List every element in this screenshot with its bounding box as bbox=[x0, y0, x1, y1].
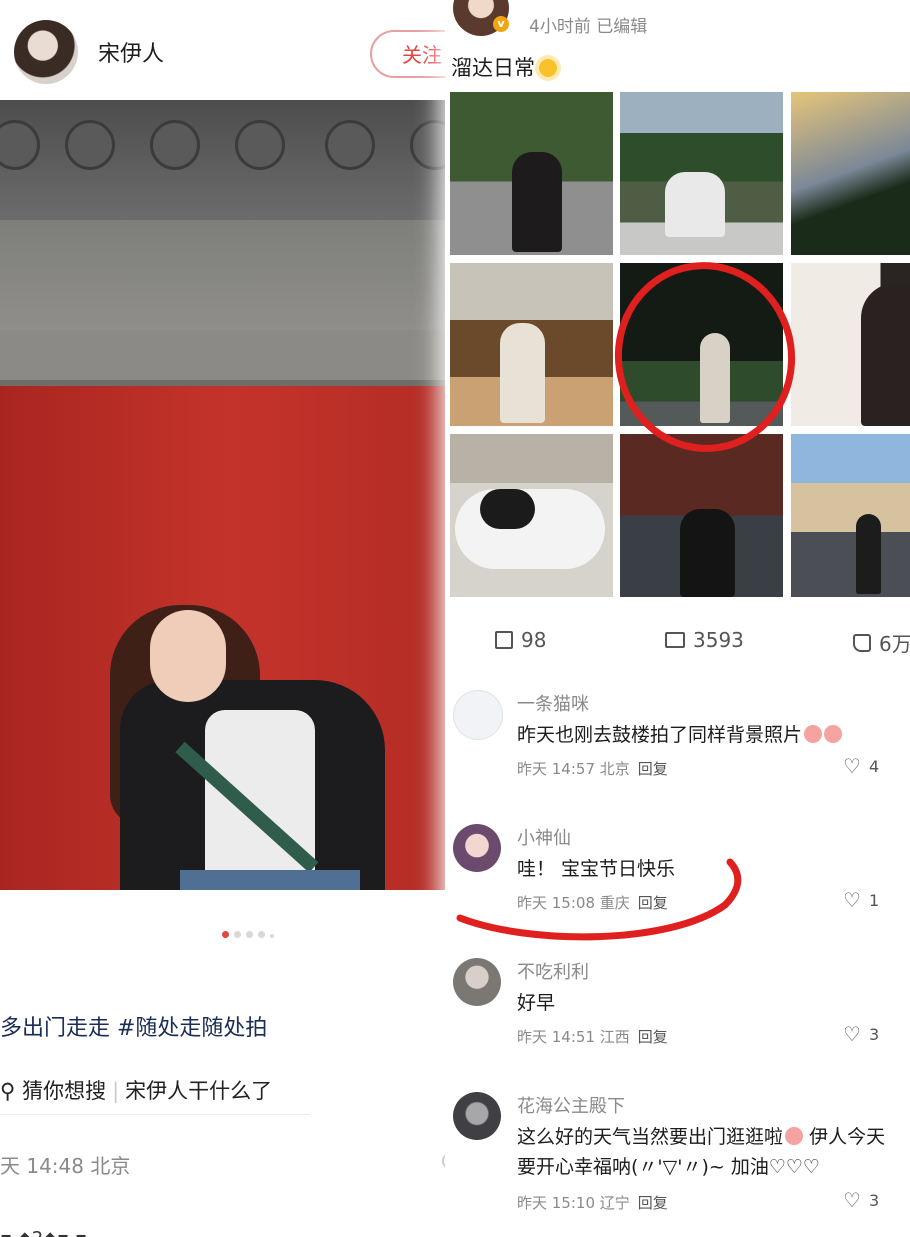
comment-meta: 昨天 14:51 江西 回复 bbox=[517, 1026, 668, 1047]
grid-photo[interactable] bbox=[791, 434, 910, 597]
person-figure bbox=[861, 283, 910, 426]
pig-emoji-icon bbox=[824, 725, 843, 743]
post-photo[interactable] bbox=[0, 100, 460, 890]
comment-like[interactable]: ♡ 4 bbox=[843, 756, 879, 776]
comment-text-content: 昨天也刚去鼓楼拍了同样背景照片 bbox=[517, 724, 803, 746]
divider: | bbox=[112, 1079, 120, 1103]
post-text: 溜达日常 bbox=[451, 52, 557, 82]
stone-band bbox=[0, 330, 460, 386]
comment-meta: 昨天 14:57 北京 回复 bbox=[517, 758, 668, 779]
comment-text-content: 伊人今天 bbox=[809, 1126, 886, 1148]
search-prefix: 猜你想搜 bbox=[22, 1079, 107, 1103]
share-count: 98 bbox=[521, 628, 547, 652]
comment-text: 昨天也刚去鼓楼拍了同样背景照片 bbox=[517, 720, 843, 750]
avatar[interactable] bbox=[14, 20, 78, 84]
person-figure bbox=[665, 172, 725, 237]
comment-text-content: 这么好的天气当然要出门逛逛啦 bbox=[517, 1126, 784, 1148]
roof-tile bbox=[325, 120, 375, 170]
comment-user[interactable]: 一条猫咪 bbox=[517, 690, 589, 716]
post-meta: 4小时前 已编辑 bbox=[529, 17, 648, 37]
grid-photo[interactable] bbox=[791, 92, 910, 255]
carousel-dot bbox=[222, 931, 229, 938]
comment-like[interactable]: ♡ 3 bbox=[843, 1190, 879, 1210]
comment-meta: 昨天 15:10 辽宁 回复 bbox=[517, 1192, 668, 1213]
like-button[interactable]: 6万 bbox=[853, 628, 910, 657]
comment-like-count: 3 bbox=[868, 1190, 880, 1210]
roof-tile bbox=[65, 120, 115, 170]
cat-patch bbox=[480, 489, 535, 529]
roof-tile bbox=[235, 120, 285, 170]
comment-like-count: 3 bbox=[868, 1024, 880, 1044]
avatar[interactable] bbox=[453, 690, 503, 740]
share-button[interactable]: 98 bbox=[495, 628, 546, 652]
comment-time: 昨天 14:51 江西 bbox=[517, 1028, 630, 1046]
grid-photo[interactable] bbox=[620, 92, 783, 255]
pig-emoji-icon bbox=[804, 725, 823, 743]
heart-icon: ♡ bbox=[843, 1022, 861, 1046]
left-post-panel: 宋伊人 关注 多出门走走 #随处走随处拍 ⚲ 猜你想搜 | 宋伊人干什么了 天 14… bbox=[0, 0, 460, 1237]
grid-photo[interactable] bbox=[450, 92, 613, 255]
heart-icon: ♡ bbox=[843, 1188, 861, 1212]
comment-time: 昨天 14:57 北京 bbox=[517, 760, 630, 778]
comment-time: 昨天 15:10 辽宁 bbox=[517, 1194, 630, 1212]
grid-photo[interactable] bbox=[791, 263, 910, 426]
post-time-location: 天 14:48 北京 bbox=[0, 1154, 131, 1178]
roof-tile bbox=[0, 120, 40, 170]
heart-icon: ♡ bbox=[843, 754, 861, 778]
comment-user[interactable]: 花海公主殿下 bbox=[517, 1092, 625, 1118]
verified-badge-icon: v bbox=[493, 16, 509, 32]
sun-emoji-icon bbox=[539, 59, 557, 77]
reply-button[interactable]: 回复 bbox=[638, 1028, 668, 1046]
reply-button[interactable]: 回复 bbox=[638, 760, 668, 778]
comment-user[interactable]: 不吃利利 bbox=[517, 958, 589, 984]
underline-annotation bbox=[456, 858, 742, 941]
roof-tiles bbox=[0, 100, 460, 220]
person-figure bbox=[680, 509, 735, 597]
person-figure bbox=[500, 323, 545, 423]
roof-tile bbox=[150, 120, 200, 170]
comment-like[interactable]: ♡ 1 bbox=[843, 890, 879, 910]
carousel-indicator bbox=[222, 923, 279, 942]
comment-user[interactable]: 小神仙 bbox=[517, 824, 571, 850]
avatar[interactable] bbox=[453, 958, 501, 1006]
person-face bbox=[150, 610, 226, 702]
right-post-panel: v 4小时前 已编辑 溜达日常 98 3593 6万 一条猫咪 昨天也刚去鼓楼拍… bbox=[445, 0, 910, 1237]
comment-text: 好早 bbox=[517, 992, 556, 1014]
carousel-dot bbox=[258, 931, 265, 938]
grid-photo[interactable] bbox=[620, 434, 783, 597]
person-figure bbox=[856, 514, 881, 594]
comment-like[interactable]: ♡ 3 bbox=[843, 1024, 879, 1044]
truncated-text: ▪ ◆2◆▪ ▪ bbox=[0, 1228, 87, 1237]
post-text-content: 溜达日常 bbox=[451, 56, 535, 80]
heart-icon: ♡ bbox=[843, 888, 861, 912]
carousel-dot bbox=[246, 931, 253, 938]
grid-photo[interactable] bbox=[450, 434, 613, 597]
share-icon bbox=[495, 631, 513, 649]
post-tags[interactable]: 多出门走走 #随处走随处拍 bbox=[0, 1010, 267, 1042]
comment-count: 3593 bbox=[693, 628, 744, 652]
person-jeans bbox=[180, 870, 360, 890]
comment-text-line2: 要开心幸福呐(〃'▽'〃)~ 加油♡♡♡ bbox=[517, 1156, 820, 1178]
person-figure bbox=[512, 152, 562, 252]
suggested-search[interactable]: ⚲ 猜你想搜 | 宋伊人干什么了 bbox=[0, 1068, 310, 1115]
search-suggestion[interactable]: 宋伊人干什么了 bbox=[125, 1079, 272, 1103]
comment-text: 这么好的天气当然要出门逛逛啦 伊人今天 bbox=[517, 1122, 885, 1152]
carousel-dot bbox=[234, 931, 241, 938]
stone-band bbox=[0, 220, 460, 330]
search-icon: ⚲ bbox=[0, 1079, 16, 1103]
carousel-dot bbox=[270, 934, 274, 938]
comment-icon bbox=[665, 632, 685, 648]
comment-like-count: 4 bbox=[868, 756, 880, 776]
avatar[interactable] bbox=[453, 1092, 501, 1140]
pig-emoji-icon bbox=[785, 1127, 804, 1145]
grid-photo[interactable] bbox=[450, 263, 613, 426]
reply-button[interactable]: 回复 bbox=[638, 1194, 668, 1212]
comment-like-count: 1 bbox=[868, 890, 880, 910]
user-name[interactable]: 宋伊人 bbox=[98, 36, 164, 68]
thumbs-up-icon bbox=[853, 633, 871, 652]
like-count: 6万 bbox=[879, 632, 910, 656]
comment-button[interactable]: 3593 bbox=[665, 628, 744, 652]
